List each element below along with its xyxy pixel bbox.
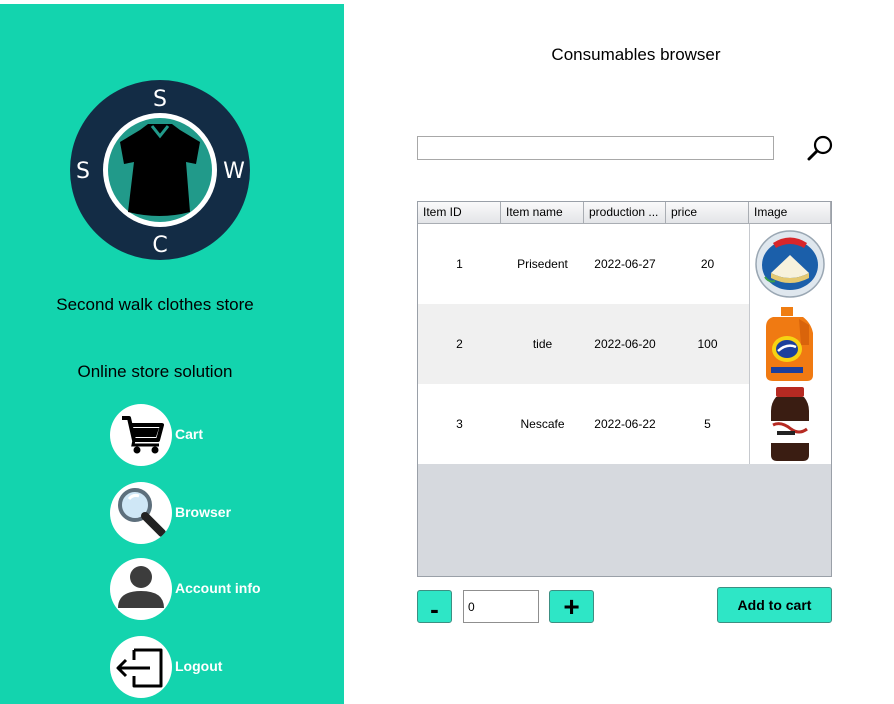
magnifier-icon <box>110 482 172 544</box>
sidebar: S S W C Second walk clothes store Online… <box>0 4 344 704</box>
store-logo: S S W C <box>70 80 250 260</box>
cell-item-id: 3 <box>456 417 463 431</box>
nav-cart[interactable]: Cart <box>110 404 330 466</box>
table-header: Item ID Item name production ... price I… <box>418 202 831 224</box>
table-row[interactable]: 3 Nescafe 2022-06-22 5 <box>418 384 831 464</box>
nav-browser-label: Browser <box>175 504 232 520</box>
page-title: Consumables browser <box>551 45 721 64</box>
logo-letter-left: S <box>76 159 90 184</box>
store-tagline: Online store solution <box>77 362 233 381</box>
cell-price: 5 <box>704 417 711 431</box>
cell-item-name: tide <box>532 337 553 351</box>
nav-browser[interactable]: Browser <box>110 482 330 544</box>
cell-price: 20 <box>700 257 715 271</box>
column-header-item-name[interactable]: Item name <box>501 202 584 224</box>
search-input[interactable] <box>417 136 774 160</box>
nav-cart-label: Cart <box>175 426 204 442</box>
nescafe-jar-image <box>771 387 809 461</box>
logo-letter-bottom: C <box>152 233 167 258</box>
nav-account-info-label: Account info <box>175 580 261 596</box>
store-name: Second walk clothes store <box>56 295 254 314</box>
increase-quantity-button[interactable]: + <box>549 590 594 623</box>
cell-image <box>749 304 831 384</box>
logout-icon <box>110 636 172 698</box>
quantity-input[interactable] <box>463 590 539 623</box>
cell-production-date: 2022-06-27 <box>594 257 656 271</box>
logo-letter-top: S <box>153 87 167 112</box>
cell-item-name: Prisedent <box>517 257 568 271</box>
nav-logout[interactable]: Logout <box>110 636 330 698</box>
items-table: Item ID Item name production ... price I… <box>417 201 832 577</box>
column-header-price[interactable]: price <box>666 202 749 224</box>
user-icon <box>110 558 172 620</box>
table-row[interactable]: 1 Prisedent 2022-06-27 20 <box>418 224 831 304</box>
column-header-image[interactable]: Image <box>749 202 831 224</box>
cart-icon <box>110 404 172 466</box>
president-cheese-image <box>755 230 825 298</box>
cell-price: 100 <box>697 337 718 351</box>
logo-letter-right: W <box>223 159 245 184</box>
cell-image <box>749 384 831 464</box>
cell-item-id: 1 <box>456 257 463 271</box>
table-row[interactable]: 2 tide 2022-06-20 100 <box>418 304 831 384</box>
nav-logout-label: Logout <box>175 658 223 674</box>
cell-item-name: Nescafe <box>520 417 565 431</box>
search-icon[interactable] <box>804 132 836 164</box>
nav-account-info[interactable]: Account info <box>110 558 330 620</box>
column-header-item-id[interactable]: Item ID <box>418 202 501 224</box>
decrease-quantity-button[interactable]: - <box>417 590 452 624</box>
cell-production-date: 2022-06-22 <box>594 417 656 431</box>
cell-image <box>749 224 831 304</box>
add-to-cart-button[interactable]: Add to cart <box>717 587 832 623</box>
tide-detergent-image <box>766 307 813 381</box>
column-header-production[interactable]: production ... <box>584 202 666 224</box>
cell-production-date: 2022-06-20 <box>594 337 656 351</box>
cell-item-id: 2 <box>456 337 463 351</box>
